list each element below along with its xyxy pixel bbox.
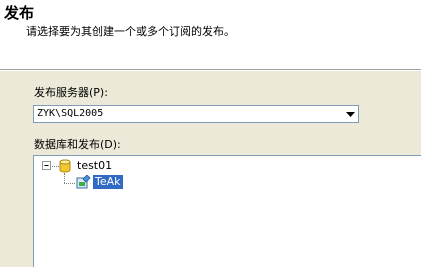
tree-node-label-selected: TeAk [93,175,123,189]
tree-node-publication[interactable]: TeAk [76,175,123,189]
page-subtitle: 请选择要为其创建一个或多个订阅的发布。 [26,25,235,38]
tree-connector [52,166,59,167]
tree-connector [64,183,75,184]
publisher-server-dropdown[interactable]: ZYK\SQL2005 [33,105,359,123]
chevron-down-icon [346,111,355,117]
tree-node-label: test01 [77,159,113,172]
page-title: 发布 [4,4,35,22]
database-publication-tree[interactable]: test01 TeAk [33,155,421,267]
publisher-server-value: ZYK\SQL2005 [37,108,104,119]
tree-connector [64,173,65,183]
database-publication-label: 数据库和发布(D): [34,138,121,151]
publisher-server-label: 发布服务器(P): [34,86,108,99]
publication-icon [76,175,91,189]
tree-node-database[interactable]: test01 [59,159,112,173]
collapse-toggle[interactable] [42,161,51,170]
database-icon [59,159,71,173]
dropdown-arrow-button[interactable] [343,106,358,122]
minus-icon [44,165,49,166]
page-header: 发布 请选择要为其创建一个或多个订阅的发布。 [0,0,421,69]
